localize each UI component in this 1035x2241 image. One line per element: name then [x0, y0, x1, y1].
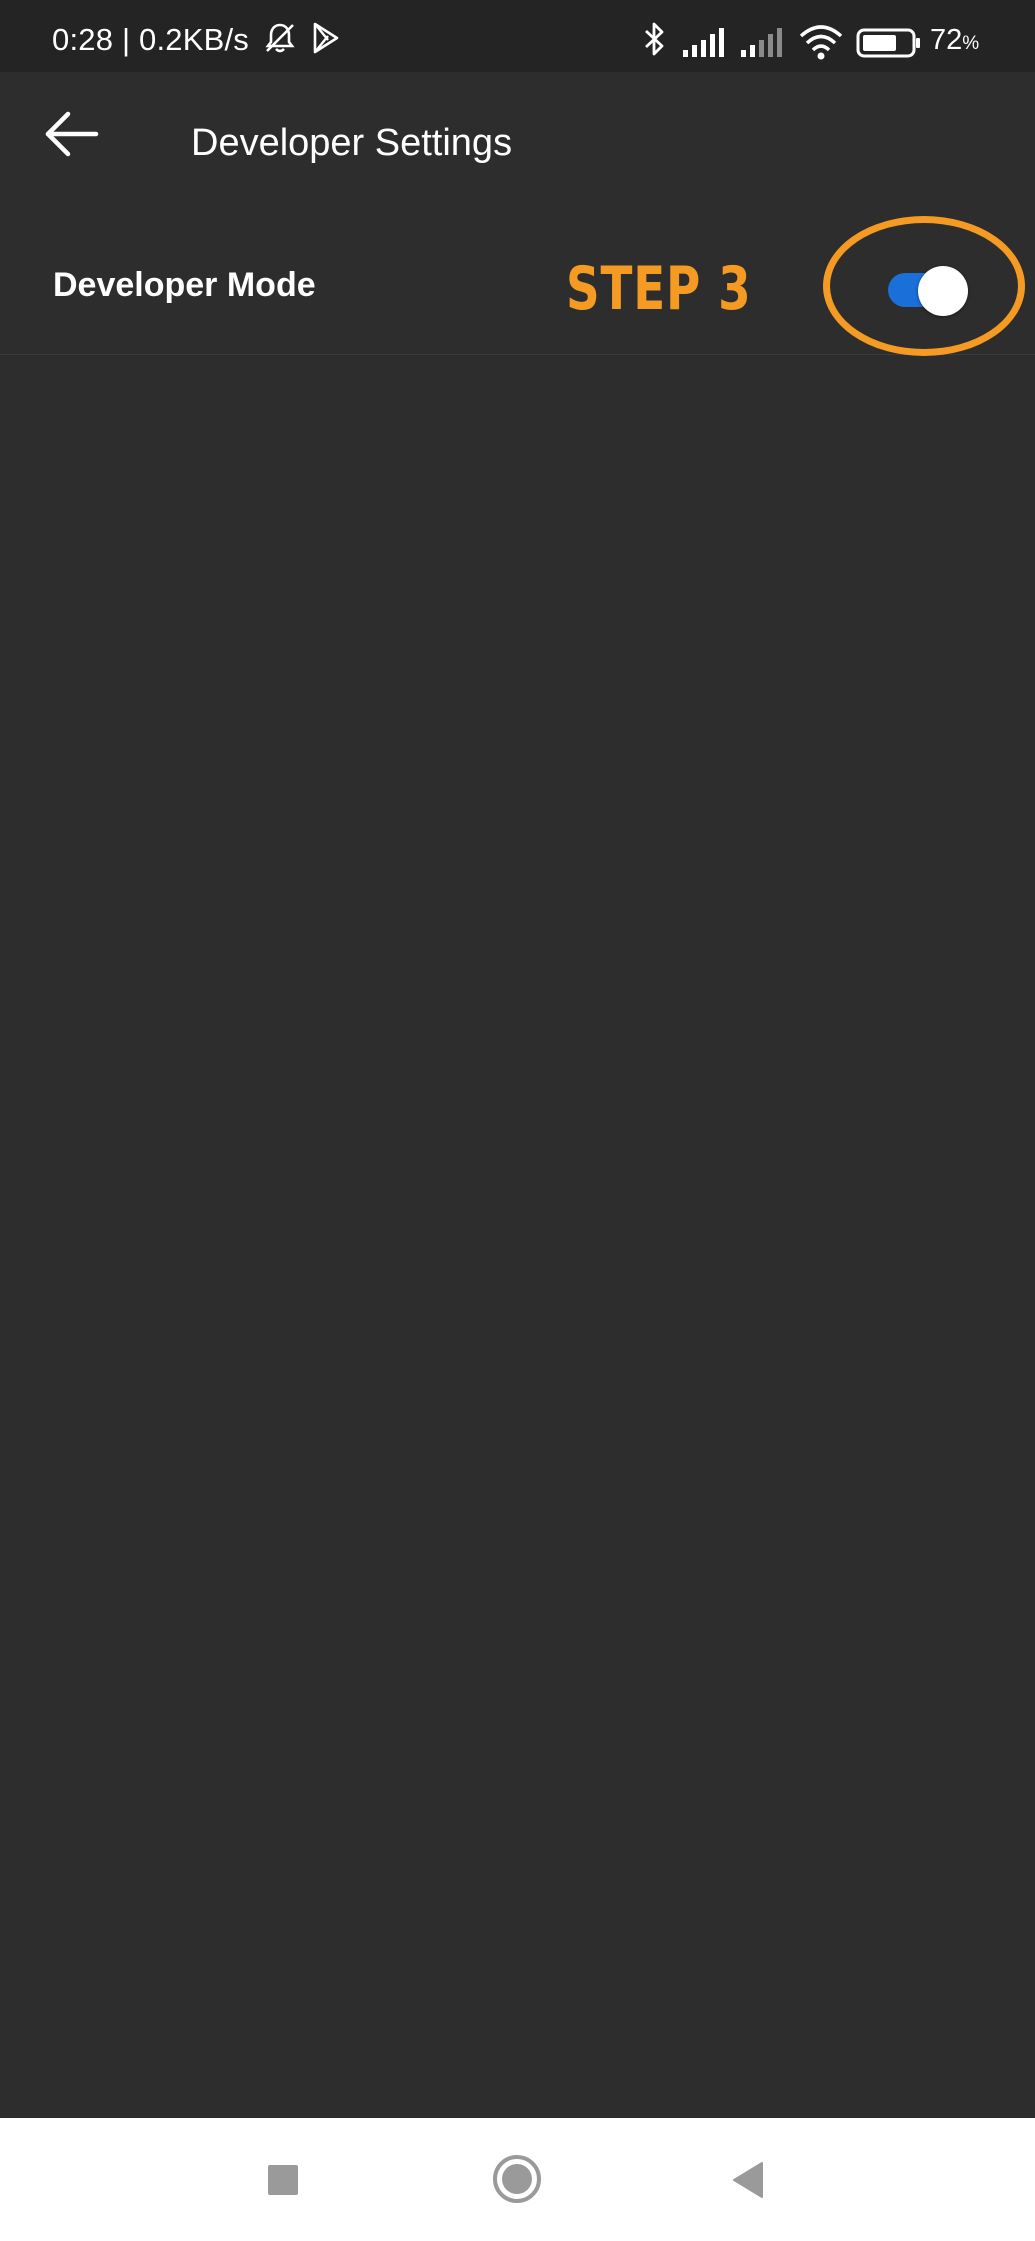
developer-mode-toggle[interactable]: [888, 266, 972, 316]
home-circle-inner: [502, 2164, 532, 2194]
step-annotation: STEP 3: [566, 254, 752, 324]
developer-mode-label: Developer Mode: [53, 266, 316, 304]
page-title: Developer Settings: [191, 122, 513, 164]
toggle-knob: [918, 266, 968, 316]
bell-off-icon: [262, 20, 298, 61]
signal-icon: [740, 26, 788, 63]
back-button[interactable]: [40, 104, 104, 168]
battery-icon: [856, 28, 922, 63]
battery-percent-sign: %: [962, 33, 980, 54]
battery-percentage: 72%: [930, 24, 979, 57]
app-header: Developer Settings: [0, 72, 1035, 202]
status-bar: 0:28 | 0.2KB/s 72%: [0, 0, 1035, 72]
bluetooth-icon: [642, 20, 668, 63]
developer-mode-row[interactable]: Developer Mode STEP 3: [0, 216, 1035, 356]
battery-percent-value: 72: [930, 24, 963, 56]
recents-square-icon[interactable]: [268, 2165, 298, 2195]
screen: 0:28 | 0.2KB/s 72% Developer Settings De…: [0, 0, 1035, 2241]
arrow-left-icon: [45, 111, 99, 157]
home-circle-icon[interactable]: [493, 2155, 541, 2203]
play-store-icon: [310, 20, 342, 61]
back-triangle-icon[interactable]: [731, 2161, 765, 2199]
wifi-icon: [798, 24, 844, 65]
status-time-speed: 0:28 | 0.2KB/s: [52, 22, 249, 57]
signal-icon: [682, 26, 730, 63]
navigation-bar: [0, 2118, 1035, 2241]
